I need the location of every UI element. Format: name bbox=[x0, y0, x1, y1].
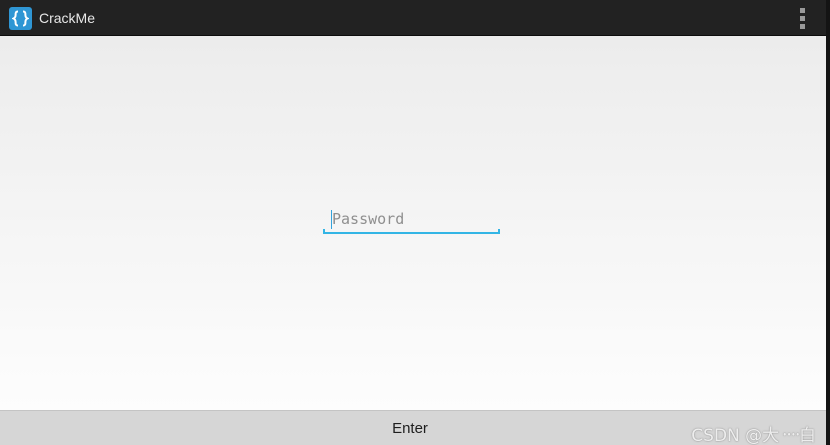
underline-left-tick bbox=[323, 229, 325, 234]
main-content: Password bbox=[0, 36, 826, 410]
window-edge bbox=[826, 0, 830, 445]
vertical-ellipsis-icon[interactable] bbox=[796, 8, 808, 29]
app-title: CrackMe bbox=[39, 10, 96, 26]
curly-braces-app-icon bbox=[9, 7, 32, 30]
app-screen: CrackMe Password Enter CSDN @大᠁白 bbox=[0, 0, 830, 445]
enter-button-label: Enter bbox=[392, 419, 428, 437]
braces-icon bbox=[12, 10, 29, 27]
password-placeholder: Password bbox=[332, 210, 405, 228]
ellipsis-dot bbox=[799, 8, 805, 13]
password-field[interactable]: Password bbox=[323, 206, 500, 234]
action-bar: CrackMe bbox=[0, 0, 826, 36]
password-underline bbox=[323, 232, 500, 234]
watermark: CSDN @大᠁白 bbox=[691, 426, 816, 445]
underline-right-tick bbox=[498, 229, 500, 234]
ellipsis-dot bbox=[799, 16, 805, 21]
ellipsis-dot bbox=[799, 24, 805, 29]
